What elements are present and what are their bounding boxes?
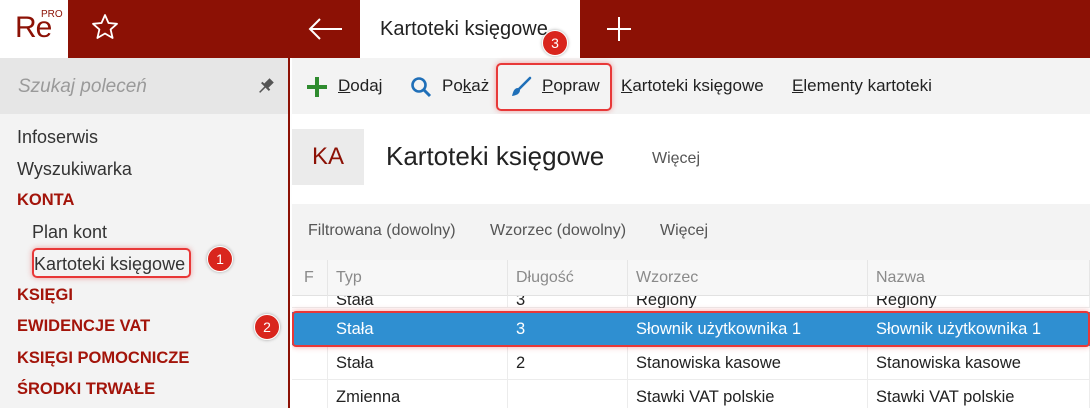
sidebar-nav: Infoserwis Wyszukiwarka KONTA Plan kont … [0, 122, 288, 406]
cell-typ: Stała [328, 312, 508, 346]
cell-typ: Zmienna [328, 380, 508, 408]
sidebar-item-label: Plan kont [32, 221, 108, 242]
command-search [0, 58, 288, 114]
show-button-label-end: aż [471, 76, 490, 95]
app-logo[interactable]: Re PRO [0, 0, 68, 58]
table-row-selected[interactable]: Stała 3 Słownik użytkownika 1 Słownik uż… [292, 312, 1090, 346]
sidebar-section-label: EWIDENCJE VAT [17, 317, 151, 335]
cell-wzorzec: Stanowiska kasowe [628, 346, 868, 380]
callout-badge-3: 3 [542, 30, 568, 56]
toolbar: Dodaj Pokaż Popraw Kartoteki księgowe El… [292, 58, 1090, 114]
elements-button-label: lementy kartoteki [803, 76, 932, 95]
cell-f [292, 346, 328, 380]
sidebar-item-label: Infoserwis [17, 127, 99, 147]
column-header-wzorzec[interactable]: Wzorzec [628, 260, 868, 296]
column-header-typ[interactable]: Typ [328, 260, 508, 296]
sidebar-item-infoserwis[interactable]: Infoserwis [0, 122, 288, 154]
star-icon[interactable] [90, 12, 120, 42]
table-row[interactable]: Stała 3 Regiony Regiony [292, 296, 1090, 308]
sidebar-section-ksiegi-pomocnicze[interactable]: KSIĘGI POMOCNICZE [0, 343, 288, 375]
cell-dlugosc [508, 380, 628, 408]
sidebar-section-label: KONTA [17, 191, 75, 209]
callout-badge-1: 1 [207, 246, 233, 272]
cell-dlugosc: 3 [508, 312, 628, 346]
add-button-label: odaj [350, 76, 383, 95]
highlight-box: Kartoteki księgowe [32, 248, 192, 278]
table-row[interactable]: Zmienna Stawki VAT polskie Stawki VAT po… [292, 380, 1090, 408]
elements-button[interactable]: Elementy kartoteki [792, 58, 932, 114]
sidebar-section-label: ŚRODKI TRWAŁE [17, 380, 156, 398]
search-icon [411, 77, 432, 98]
page-header: KA Kartoteki księgowe Więcej [292, 114, 1090, 204]
sidebar: Infoserwis Wyszukiwarka KONTA Plan kont … [0, 58, 290, 408]
column-header-dlugosc[interactable]: Długość [508, 260, 628, 296]
column-header-f[interactable]: F [292, 260, 328, 296]
logo-badge: PRO [41, 9, 63, 20]
cell-f [292, 312, 328, 346]
command-search-input[interactable] [18, 74, 248, 100]
cell-f [292, 380, 328, 408]
cell-wzorzec: Słownik użytkownika 1 [628, 312, 868, 346]
filter-pattern[interactable]: Wzorzec (dowolny) [490, 222, 626, 240]
column-header-nazwa[interactable]: Nazwa [868, 260, 1090, 296]
filter-bar: Filtrowana (dowolny) Wzorzec (dowolny) W… [292, 204, 1090, 260]
elements-button-hotkey: E [792, 76, 804, 95]
edit-button-highlight [496, 63, 612, 111]
sidebar-section-ksiegi[interactable]: KSIĘGI [0, 280, 288, 312]
show-button[interactable]: Pokaż [408, 58, 489, 114]
cell-wzorzec: Regiony [628, 296, 868, 308]
sidebar-section-label: KSIĘGI [17, 285, 73, 304]
cell-nazwa: Stanowiska kasowe [868, 346, 1090, 380]
sidebar-section-konta[interactable]: KONTA [0, 185, 288, 217]
add-button-hotkey: D [338, 76, 351, 95]
sidebar-item-label: Wyszukiwarka [17, 158, 132, 179]
cell-wzorzec: Stawki VAT polskie [628, 380, 868, 408]
sidebar-section-label: KSIĘGI POMOCNICZE [17, 348, 190, 367]
filter-filtered[interactable]: Filtrowana (dowolny) [308, 222, 456, 240]
cell-typ: Stała [328, 346, 508, 380]
cell-typ: Stała [328, 296, 508, 308]
tab-label: Kartoteki księgowe [380, 18, 548, 40]
cell-nazwa: Słownik użytkownika 1 [868, 312, 1090, 346]
data-grid: Stała 3 Regiony Regiony Stała 3 Słownik … [292, 260, 1090, 408]
sidebar-item-label: Kartoteki księgowe [34, 254, 186, 274]
ledgers-button[interactable]: Kartoteki księgowe [621, 58, 764, 114]
filter-more[interactable]: Więcej [660, 222, 708, 240]
module-badge: KA [292, 129, 364, 185]
cell-dlugosc: 2 [508, 346, 628, 380]
table-row[interactable]: Stała 2 Stanowiska kasowe Stanowiska kas… [292, 346, 1090, 380]
cell-dlugosc: 3 [508, 296, 628, 308]
cell-nazwa: Regiony [868, 296, 1090, 308]
plus-icon[interactable] [604, 14, 634, 44]
add-icon [307, 77, 327, 97]
back-arrow-icon[interactable] [306, 14, 346, 44]
sidebar-section-ewidencje-vat[interactable]: EWIDENCJE VAT [0, 311, 288, 343]
ledgers-button-hotkey: K [621, 76, 633, 95]
add-button[interactable]: Dodaj [304, 58, 382, 114]
page-title: Kartoteki księgowe [386, 141, 605, 171]
header-more-link[interactable]: Więcej [652, 150, 700, 168]
sidebar-item-plan-kont[interactable]: Plan kont [0, 217, 288, 249]
cell-f [292, 296, 328, 308]
callout-badge-2: 2 [254, 314, 280, 340]
grid-header: F Typ Długość Wzorzec Nazwa [292, 260, 1090, 296]
cell-nazwa: Stawki VAT polskie [868, 380, 1090, 408]
ledgers-button-label: artoteki księgowe [632, 76, 764, 95]
pin-icon[interactable] [256, 76, 276, 96]
sidebar-item-kartoteki-ksiegowe[interactable]: Kartoteki księgowe [0, 248, 288, 280]
sidebar-item-wyszukiwarka[interactable]: Wyszukiwarka [0, 154, 288, 186]
sidebar-section-srodki-trwale[interactable]: ŚRODKI TRWAŁE [0, 374, 288, 406]
show-button-label: Po [442, 76, 463, 95]
